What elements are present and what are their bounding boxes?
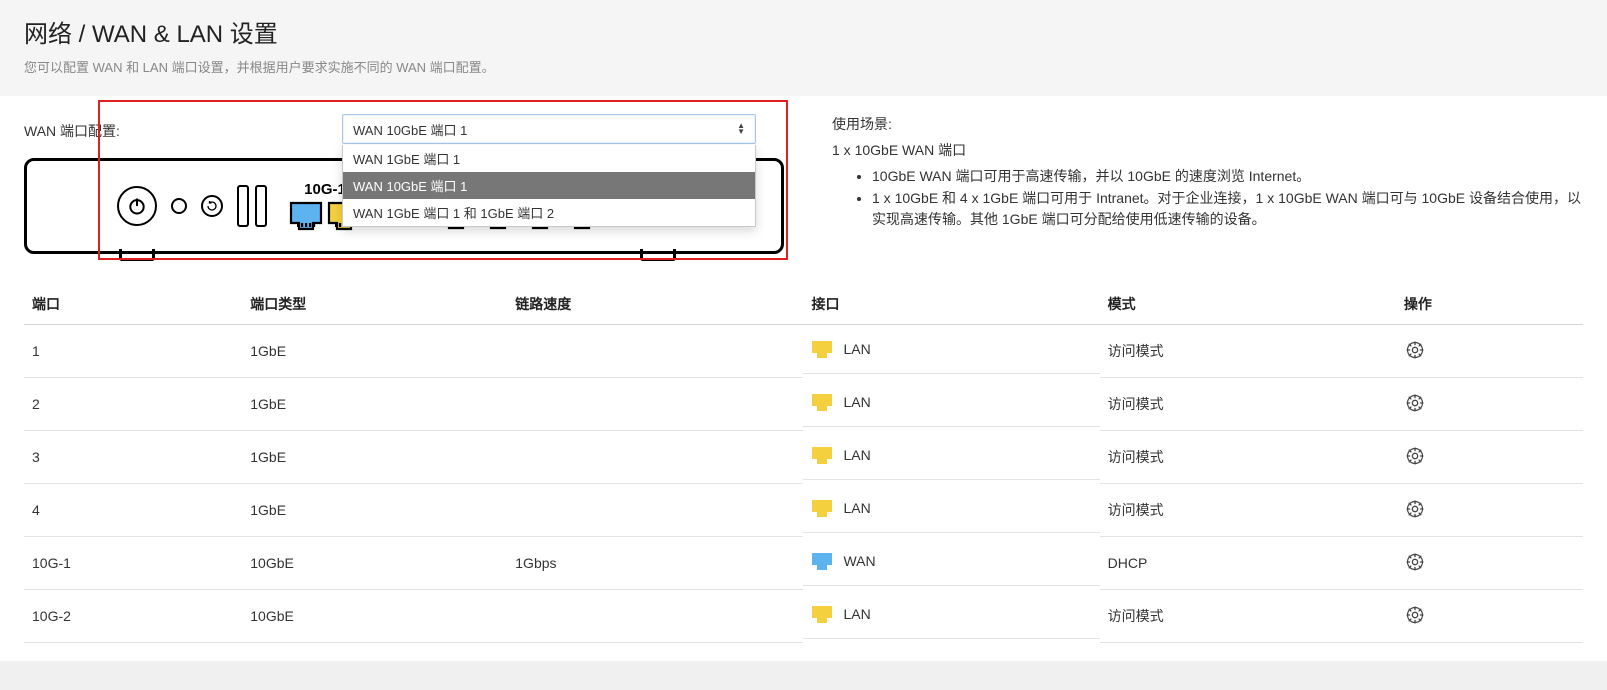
- cell-type: 1GbE: [242, 325, 507, 378]
- cell-type: 1GbE: [242, 484, 507, 537]
- table-row: 2 1GbE LAN 访问模式: [24, 378, 1583, 431]
- cell-port: 1: [24, 325, 242, 378]
- settings-button[interactable]: [1404, 445, 1426, 467]
- usage-label: 使用场景:: [832, 114, 1583, 134]
- cell-speed: [507, 431, 803, 484]
- wan-config-selected: WAN 10GbE 端口 1: [353, 120, 467, 139]
- table-row: 4 1GbE LAN 访问模式: [24, 484, 1583, 537]
- cell-action: [1396, 431, 1583, 484]
- table-row: 10G-1 10GbE 1Gbps WAN DHCP: [24, 537, 1583, 590]
- cell-mode: DHCP: [1100, 537, 1396, 590]
- cell-iface: WAN: [803, 537, 1099, 586]
- settings-button[interactable]: [1404, 604, 1426, 626]
- cell-mode: 访问模式: [1100, 590, 1396, 643]
- usb-slots-icon: [237, 185, 267, 227]
- iface-text: WAN: [843, 553, 875, 569]
- device-foot-right: [640, 249, 676, 261]
- page-title: 网络 / WAN & LAN 设置: [24, 14, 1583, 49]
- port-icon: [811, 445, 833, 465]
- port-icon: [811, 551, 833, 571]
- settings-button[interactable]: [1404, 498, 1426, 520]
- cell-port: 10G-2: [24, 590, 242, 643]
- cell-speed: [507, 484, 803, 537]
- wan-config-dropdown: WAN 1GbE 端口 1 WAN 10GbE 端口 1 WAN 1GbE 端口…: [342, 145, 756, 227]
- cell-mode: 访问模式: [1100, 484, 1396, 537]
- cell-type: 1GbE: [242, 378, 507, 431]
- wan-config-label: WAN 端口配置:: [24, 117, 342, 141]
- port-icon: [811, 392, 833, 412]
- cell-speed: [507, 590, 803, 643]
- cell-port: 10G-1: [24, 537, 242, 590]
- cell-speed: 1Gbps: [507, 537, 803, 590]
- iface-text: LAN: [843, 447, 870, 463]
- th-port: 端口: [24, 284, 242, 325]
- cell-type: 10GbE: [242, 590, 507, 643]
- led-icon: [171, 198, 187, 214]
- cell-iface: LAN: [803, 431, 1099, 480]
- th-mode: 模式: [1100, 284, 1396, 325]
- cell-iface: LAN: [803, 378, 1099, 427]
- cell-type: 10GbE: [242, 537, 507, 590]
- power-icon: [117, 186, 157, 226]
- wan-config-option-0[interactable]: WAN 1GbE 端口 1: [343, 145, 755, 172]
- cell-action: [1396, 590, 1583, 643]
- cell-iface: LAN: [803, 590, 1099, 639]
- cell-type: 1GbE: [242, 431, 507, 484]
- cell-action: [1396, 484, 1583, 537]
- cell-action: [1396, 325, 1583, 378]
- cell-port: 3: [24, 431, 242, 484]
- port-10g1-label: 10G-1: [304, 181, 346, 197]
- cell-mode: 访问模式: [1100, 378, 1396, 431]
- settings-button[interactable]: [1404, 551, 1426, 573]
- iface-text: LAN: [843, 394, 870, 410]
- port-10g1-icon: [289, 199, 323, 231]
- usage-list: 10GbE WAN 端口可用于高速传输，并以 10GbE 的速度浏览 Inter…: [872, 166, 1583, 231]
- th-type: 端口类型: [242, 284, 507, 325]
- cell-mode: 访问模式: [1100, 431, 1396, 484]
- cell-mode: 访问模式: [1100, 325, 1396, 378]
- usage-bullet-0: 10GbE WAN 端口可用于高速传输，并以 10GbE 的速度浏览 Inter…: [872, 166, 1583, 188]
- port-icon: [811, 339, 833, 359]
- table-row: 1 1GbE LAN 访问模式: [24, 325, 1583, 378]
- iface-text: LAN: [843, 341, 870, 357]
- usage-title: 1 x 10GbE WAN 端口: [832, 140, 1583, 160]
- th-iface: 接口: [803, 284, 1099, 325]
- device-foot-left: [119, 249, 155, 261]
- settings-button[interactable]: [1404, 339, 1426, 361]
- cell-iface: LAN: [803, 325, 1099, 374]
- th-speed: 链路速度: [507, 284, 803, 325]
- cell-speed: [507, 378, 803, 431]
- cell-action: [1396, 537, 1583, 590]
- reset-icon: [201, 195, 223, 217]
- page-header: 网络 / WAN & LAN 设置 您可以配置 WAN 和 LAN 端口设置，并…: [0, 0, 1607, 96]
- port-table: 端口 端口类型 链路速度 接口 模式 操作 1 1GbE LAN 访问模式 2: [24, 284, 1583, 643]
- wan-config-option-2[interactable]: WAN 1GbE 端口 1 和 1GbE 端口 2: [343, 199, 755, 226]
- usage-bullet-1: 1 x 10GbE 和 4 x 1GbE 端口可用于 Intranet。对于企业…: [872, 188, 1583, 231]
- caret-icon: ▲▼: [737, 123, 745, 135]
- port-icon: [811, 604, 833, 624]
- cell-port: 4: [24, 484, 242, 537]
- table-row: 10G-2 10GbE LAN 访问模式: [24, 590, 1583, 643]
- port-icon: [811, 498, 833, 518]
- iface-text: LAN: [843, 606, 870, 622]
- th-action: 操作: [1396, 284, 1583, 325]
- cell-iface: LAN: [803, 484, 1099, 533]
- wan-config-option-1[interactable]: WAN 10GbE 端口 1: [343, 172, 755, 199]
- settings-button[interactable]: [1404, 392, 1426, 414]
- cell-port: 2: [24, 378, 242, 431]
- page-subtitle: 您可以配置 WAN 和 LAN 端口设置，并根据用户要求实施不同的 WAN 端口…: [24, 57, 1583, 76]
- iface-text: LAN: [843, 500, 870, 516]
- table-row: 3 1GbE LAN 访问模式: [24, 431, 1583, 484]
- wan-config-select[interactable]: WAN 10GbE 端口 1 ▲▼: [342, 114, 756, 144]
- cell-action: [1396, 378, 1583, 431]
- cell-speed: [507, 325, 803, 378]
